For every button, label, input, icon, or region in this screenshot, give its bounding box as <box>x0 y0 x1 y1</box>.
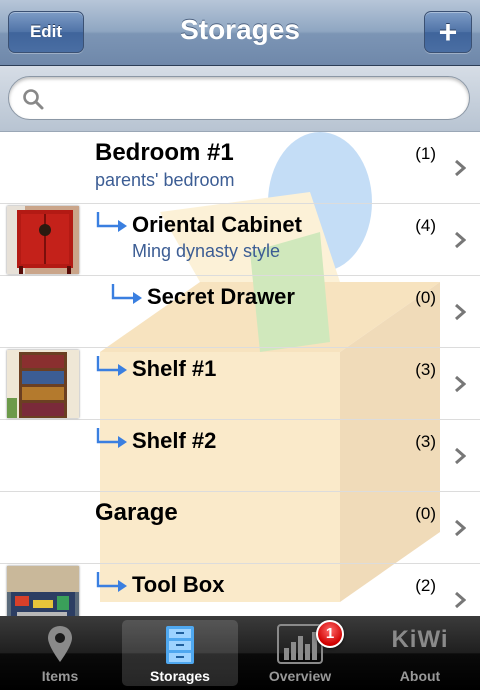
chevron-right-icon <box>455 519 466 537</box>
map-pin-icon <box>48 626 72 662</box>
child-arrow-icon <box>96 212 127 232</box>
search-input[interactable] <box>53 85 457 113</box>
kiwi-logo: KiWi <box>391 626 449 653</box>
storage-subtitle: Ming dynasty style <box>132 241 281 261</box>
chevron-right-icon <box>455 159 466 177</box>
navigation-bar: Edit Storages + <box>0 0 480 66</box>
search-field[interactable] <box>8 76 470 120</box>
storage-row-oriental-cabinet[interactable]: Oriental Cabinet Ming dynasty style (4) <box>0 204 480 276</box>
storage-title: Garage <box>95 499 178 526</box>
toolbox-photo-thumbnail <box>7 566 79 616</box>
chevron-right-icon <box>455 447 466 465</box>
item-count: (2) <box>415 576 436 595</box>
search-icon <box>23 89 44 110</box>
child-arrow-icon <box>96 572 127 592</box>
tab-label: About <box>399 668 441 684</box>
storage-row-secret-drawer[interactable]: Secret Drawer (0) <box>0 276 480 348</box>
storage-title: Oriental Cabinet <box>132 212 302 237</box>
storage-row-shelf-1[interactable]: Shelf #1 (3) <box>0 348 480 420</box>
chevron-right-icon <box>455 375 466 393</box>
storage-row-garage[interactable]: Garage (0) <box>0 492 480 564</box>
plus-icon: + <box>438 14 458 50</box>
storage-row-bedroom-1[interactable]: Bedroom #1 parents' bedroom (1) <box>0 132 480 204</box>
chevron-right-icon <box>455 591 466 609</box>
storage-title: Secret Drawer <box>147 284 295 309</box>
tab-label: Items <box>41 668 79 684</box>
item-count: (3) <box>415 360 436 379</box>
item-count: (1) <box>415 144 436 163</box>
tab-bar: Items Storages 1 Overview KiWi About <box>0 616 480 690</box>
storage-list[interactable]: Bedroom #1 parents' bedroom (1) Oriental… <box>0 132 480 616</box>
bookshelf-photo-thumbnail <box>7 350 79 418</box>
storage-title: Tool Box <box>132 572 225 597</box>
item-count: (4) <box>415 216 436 235</box>
chevron-right-icon <box>455 303 466 321</box>
chevron-right-icon <box>455 231 466 249</box>
tab-items[interactable]: Items <box>2 620 118 686</box>
storage-row-tool-box[interactable]: Tool Box (2) <box>0 564 480 616</box>
tab-storages[interactable]: Storages <box>122 620 238 686</box>
child-arrow-icon <box>96 356 127 376</box>
page-title: Storages <box>180 14 300 45</box>
item-count: (0) <box>415 288 436 307</box>
notification-badge: 1 <box>316 620 344 648</box>
add-storage-button[interactable]: + <box>424 11 472 53</box>
child-arrow-icon <box>111 284 142 304</box>
storage-title: Bedroom #1 <box>95 139 234 166</box>
child-arrow-icon <box>96 428 127 448</box>
storage-title: Shelf #2 <box>132 428 217 453</box>
item-count: (3) <box>415 432 436 451</box>
cabinet-icon <box>166 626 194 664</box>
tab-label: Storages <box>150 668 210 684</box>
storage-title: Shelf #1 <box>132 356 217 381</box>
search-bar <box>0 66 480 132</box>
tab-label: Overview <box>268 668 332 684</box>
cabinet-photo-thumbnail <box>7 206 79 274</box>
storage-subtitle: parents' bedroom <box>95 170 235 190</box>
storage-row-shelf-2[interactable]: Shelf #2 (3) <box>0 420 480 492</box>
tab-overview[interactable]: 1 Overview <box>242 620 358 686</box>
tab-about[interactable]: KiWi About <box>362 620 478 686</box>
item-count: (0) <box>415 504 436 523</box>
